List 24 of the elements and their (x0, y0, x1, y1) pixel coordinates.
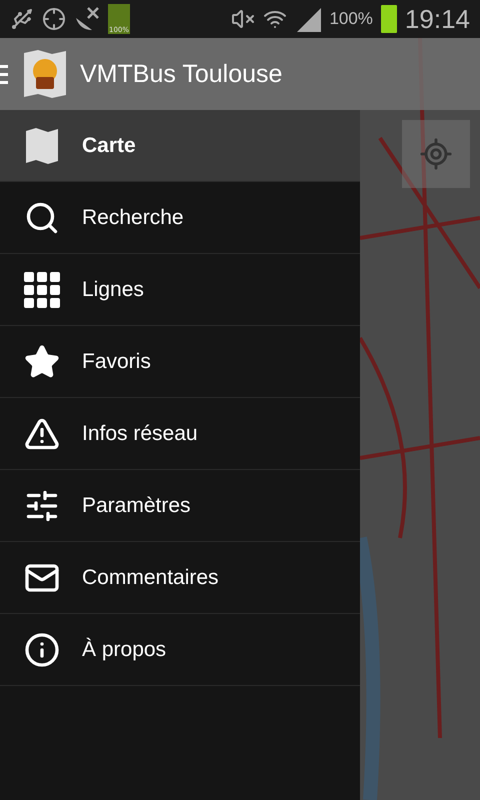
battery-percent: 100% (329, 9, 373, 29)
locate-icon (419, 137, 453, 171)
folded-map-icon (24, 126, 60, 164)
drawer-item[interactable]: Infos réseau (0, 398, 360, 470)
mute-icon (231, 7, 256, 31)
star-icon (24, 344, 60, 380)
drawer-item[interactable]: Favoris (0, 326, 360, 398)
signal-icon (295, 6, 322, 32)
drawer-item[interactable]: Commentaires (0, 542, 360, 614)
drawer-item[interactable]: Paramètres (0, 470, 360, 542)
satellite-off-icon (74, 6, 100, 32)
menu-icon[interactable] (0, 63, 10, 85)
gps-icon (42, 7, 66, 31)
drawer-item[interactable]: Carte (0, 110, 360, 182)
app-title: VMTBus Toulouse (80, 60, 282, 88)
grid-icon (24, 272, 60, 308)
drawer-item[interactable]: Lignes (0, 254, 360, 326)
info-icon (24, 632, 60, 668)
drawer-item[interactable]: À propos (0, 614, 360, 686)
usb-icon (10, 7, 34, 31)
app-logo-icon[interactable] (22, 49, 68, 99)
battery-icon (380, 5, 397, 33)
clock: 19:14 (404, 4, 470, 34)
drawer-item[interactable]: Recherche (0, 182, 360, 254)
